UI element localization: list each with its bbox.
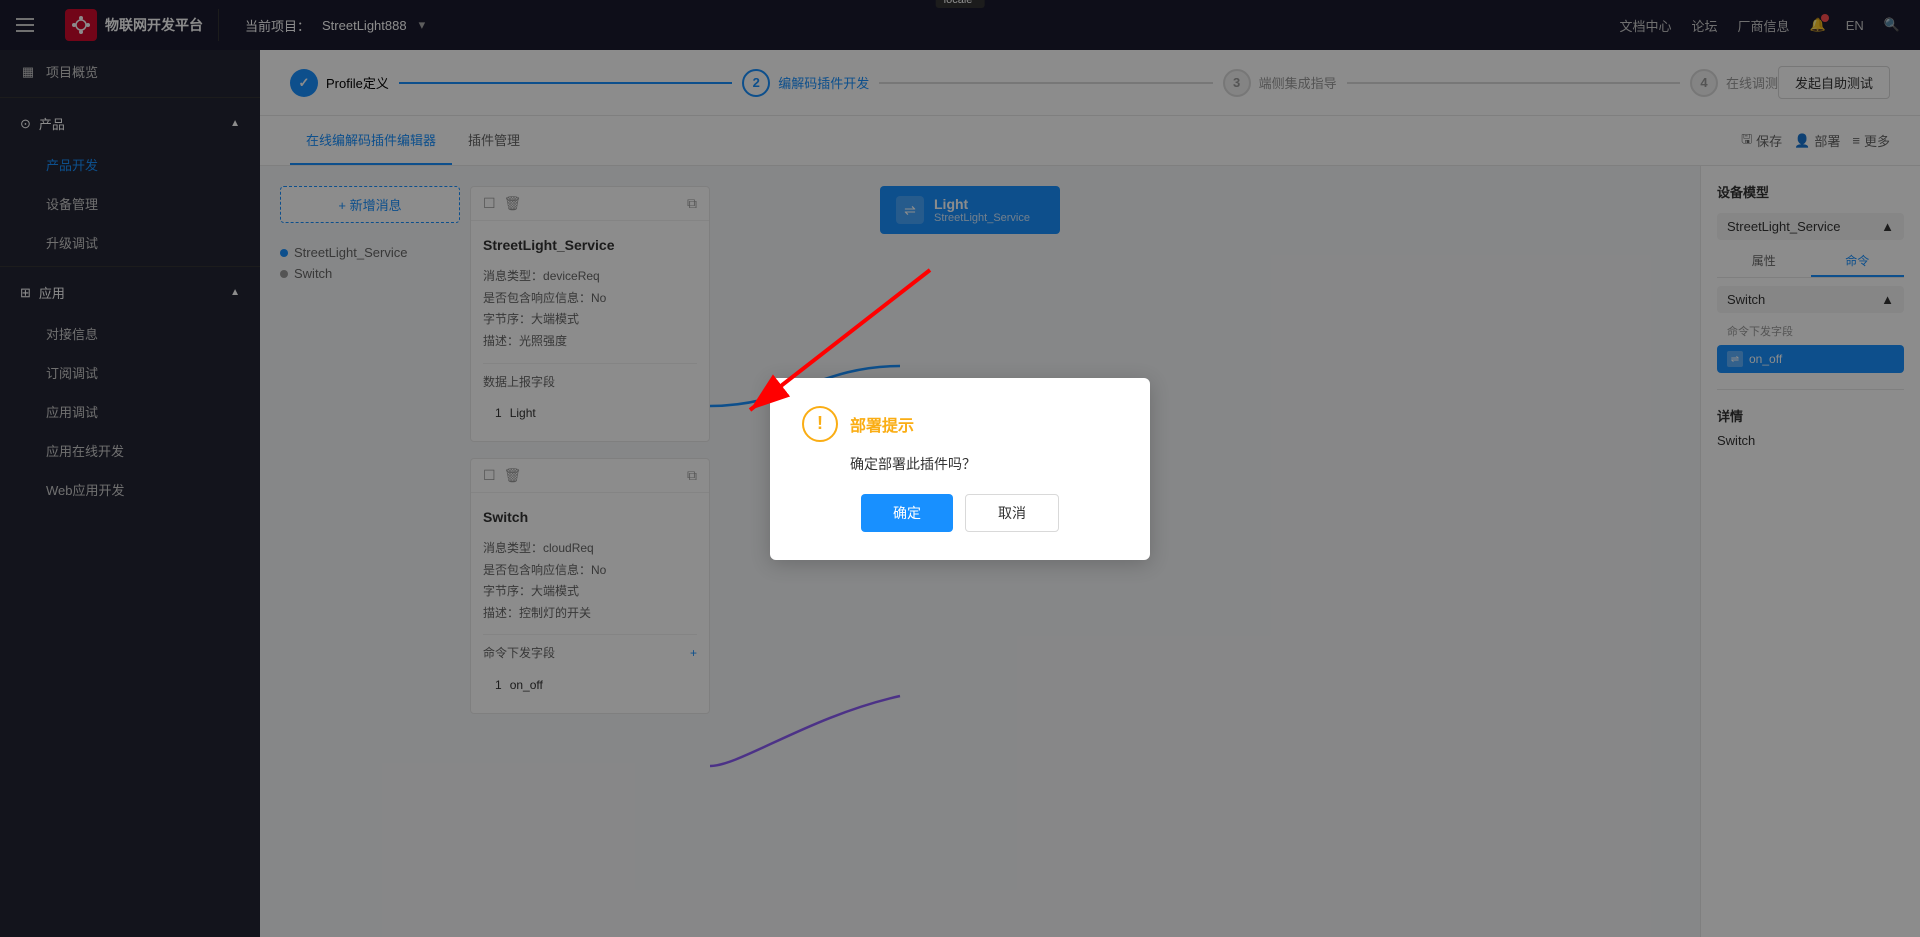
modal-footer: 确定 取消: [802, 494, 1118, 532]
modal-dialog: ! 部署提示 确定部署此插件吗？ 确定 取消: [770, 378, 1150, 560]
modal-body: 确定部署此插件吗？: [802, 454, 1118, 474]
modal-confirm-button[interactable]: 确定: [861, 494, 953, 532]
modal-cancel-button[interactable]: 取消: [965, 494, 1059, 532]
modal-header: ! 部署提示: [802, 406, 1118, 442]
modal-title: 部署提示: [850, 412, 914, 436]
modal-overlay[interactable]: ! 部署提示 确定部署此插件吗？ 确定 取消: [0, 0, 1920, 937]
modal-warning-icon: !: [802, 406, 838, 442]
